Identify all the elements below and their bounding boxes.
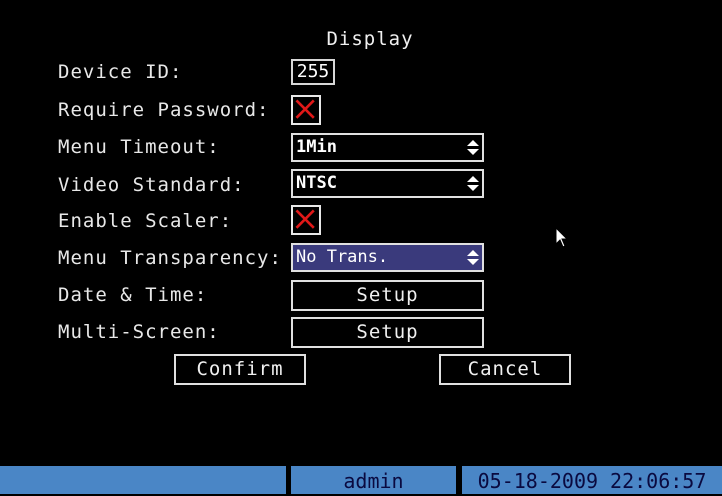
device-id-label: Device ID: (58, 61, 183, 83)
menu-title: Display (326, 28, 414, 50)
check-x-icon (295, 99, 315, 119)
video-standard-label: Video Standard: (58, 174, 245, 196)
multi-screen-label: Multi-Screen: (58, 321, 220, 343)
status-bar-blank-segment (0, 466, 286, 494)
menu-timeout-label: Menu Timeout: (58, 136, 220, 158)
menu-transparency-value: No Trans. (296, 247, 389, 267)
video-standard-value: NTSC (296, 173, 337, 193)
up-down-arrow-icon (467, 250, 479, 265)
dvr-display-menu: Display Device ID: 255 Require Password:… (0, 0, 722, 494)
up-down-arrow-icon (467, 176, 479, 191)
confirm-button[interactable]: Confirm (174, 354, 306, 385)
device-id-field[interactable]: 255 (291, 59, 335, 85)
up-down-arrow-icon (467, 140, 479, 155)
status-bar: admin 05-18-2009 22:06:57 (0, 466, 722, 494)
check-x-icon (295, 209, 315, 229)
date-time-setup-button[interactable]: Setup (291, 280, 484, 311)
enable-scaler-label: Enable Scaler: (58, 210, 233, 232)
require-password-label: Require Password: (58, 99, 270, 121)
status-user: admin (291, 466, 456, 494)
video-standard-select[interactable]: NTSC (291, 169, 484, 198)
cancel-button[interactable]: Cancel (439, 354, 571, 385)
enable-scaler-checkbox[interactable] (291, 205, 321, 235)
status-datetime: 05-18-2009 22:06:57 (462, 466, 722, 494)
multi-screen-setup-button[interactable]: Setup (291, 317, 484, 348)
require-password-checkbox[interactable] (291, 95, 321, 125)
date-time-label: Date & Time: (58, 284, 208, 306)
mouse-pointer-icon (555, 227, 569, 248)
menu-transparency-select[interactable]: No Trans. (291, 243, 484, 272)
menu-timeout-select[interactable]: 1Min (291, 133, 484, 162)
menu-timeout-value: 1Min (296, 137, 337, 157)
menu-transparency-label: Menu Transparency: (58, 247, 282, 269)
